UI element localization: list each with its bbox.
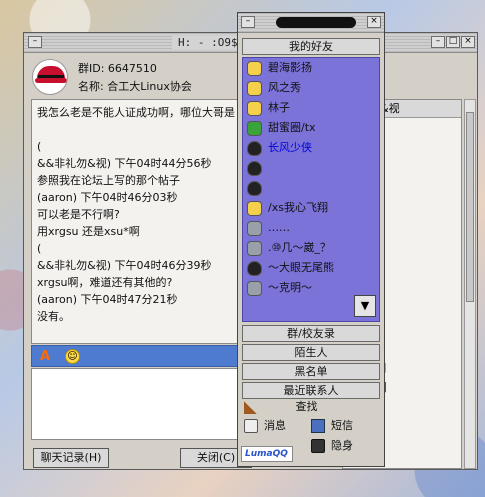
sms-label: 短信 [331, 419, 353, 432]
invisible-label: 隐身 [331, 439, 353, 452]
logo-text-qq: QQ [272, 449, 288, 459]
friend-name: ～大眼无尾熊 [268, 261, 334, 274]
maximize-button[interactable]: □ [446, 36, 460, 48]
friend-item[interactable]: /xs我心飞翔 [243, 198, 379, 218]
window-menu-button[interactable]: – [241, 16, 255, 28]
friend-item[interactable]: 风之秀 [243, 78, 379, 98]
friend-name: 甜蜜圈/tx [268, 121, 316, 134]
penguin-icon [247, 260, 262, 276]
minimize-button[interactable]: – [431, 36, 445, 48]
recent-contacts-section[interactable]: 最近联系人 [242, 382, 380, 399]
font-icon[interactable]: A [40, 349, 50, 364]
avatar-icon [247, 120, 262, 136]
friend-name: 林子 [268, 101, 290, 114]
window-menu-button[interactable]: – [28, 36, 42, 48]
close-window-button[interactable]: × [367, 16, 381, 28]
chat-history-button[interactable]: 聊天记录(H) [33, 448, 109, 468]
chevron-down-icon[interactable]: ▼ [354, 295, 376, 317]
emoticon-icon[interactable]: ☺ [65, 349, 80, 364]
sms-button[interactable]: 短信 [311, 417, 353, 433]
group-id: 群ID: 6647510 [78, 62, 157, 75]
group-name: 名称: 合工大Linux协会 [78, 80, 192, 93]
lumaqq-logo: LumaQQ [241, 446, 293, 462]
friend-name: /xs我心飞翔 [268, 201, 328, 214]
friend-name: 长风少侠 [268, 141, 312, 154]
messages-button[interactable]: 消息 [244, 417, 286, 433]
friend-item[interactable]: 林子 [243, 98, 379, 118]
friend-name: …… [268, 221, 290, 234]
status-icon [311, 439, 325, 453]
logo-text: Luma [245, 449, 273, 459]
friend-item[interactable]: 碧海影扬 [243, 58, 379, 78]
friend-item[interactable] [243, 178, 379, 198]
penguin-icon [247, 160, 262, 176]
friend-item[interactable] [243, 158, 379, 178]
friends-list[interactable]: 碧海影扬 风之秀 林子 甜蜜圈/tx 长风少侠 /xs我心飞翔 …… .⑩几～崴… [242, 57, 380, 322]
friend-name: 碧海影扬 [268, 61, 312, 74]
member-list-scrollbar[interactable] [464, 99, 476, 469]
friend-name: 风之秀 [268, 81, 301, 94]
wand-icon [244, 400, 258, 414]
close-window-button[interactable]: × [461, 36, 475, 48]
avatar-icon [247, 200, 262, 216]
penguin-icon [247, 140, 262, 156]
search-button[interactable]: 查找 [244, 398, 318, 414]
friend-item[interactable]: ～大眼无尾熊 [243, 258, 379, 278]
redhat-logo-icon [32, 59, 68, 95]
buddy-title-bar[interactable]: – × [238, 13, 384, 33]
avatar-icon [247, 80, 262, 96]
avatar-icon [247, 100, 262, 116]
friend-item[interactable]: …… [243, 218, 379, 238]
my-friends-section[interactable]: 我的好友 [242, 38, 380, 55]
avatar-icon [247, 60, 262, 76]
friend-name: ～克明～ [268, 281, 312, 294]
blacklist-section[interactable]: 黑名单 [242, 363, 380, 380]
friend-item[interactable]: 长风少侠 [243, 138, 379, 158]
buddy-title-pill [276, 17, 356, 28]
avatar-icon [247, 280, 262, 296]
friend-item[interactable]: .⑩几～崴_？ [243, 238, 379, 258]
strangers-section[interactable]: 陌生人 [242, 344, 380, 361]
search-label: 查找 [295, 400, 318, 413]
friend-item[interactable]: 甜蜜圈/tx [243, 118, 379, 138]
invisible-status-button[interactable]: 隐身 [311, 437, 353, 453]
friend-name: .⑩几～崴_？ [268, 241, 331, 254]
scrollbar-thumb[interactable] [466, 112, 474, 302]
speaker-icon [244, 419, 258, 433]
penguin-icon [247, 180, 262, 196]
buddy-list-window: – × 我的好友 碧海影扬 风之秀 林子 甜蜜圈/tx 长风少侠 /xs我心飞翔… [237, 12, 385, 467]
phone-icon [311, 419, 325, 433]
groups-section[interactable]: 群/校友录 [242, 325, 380, 342]
avatar-icon [247, 220, 262, 236]
avatar-icon [247, 240, 262, 256]
messages-label: 消息 [264, 419, 286, 432]
